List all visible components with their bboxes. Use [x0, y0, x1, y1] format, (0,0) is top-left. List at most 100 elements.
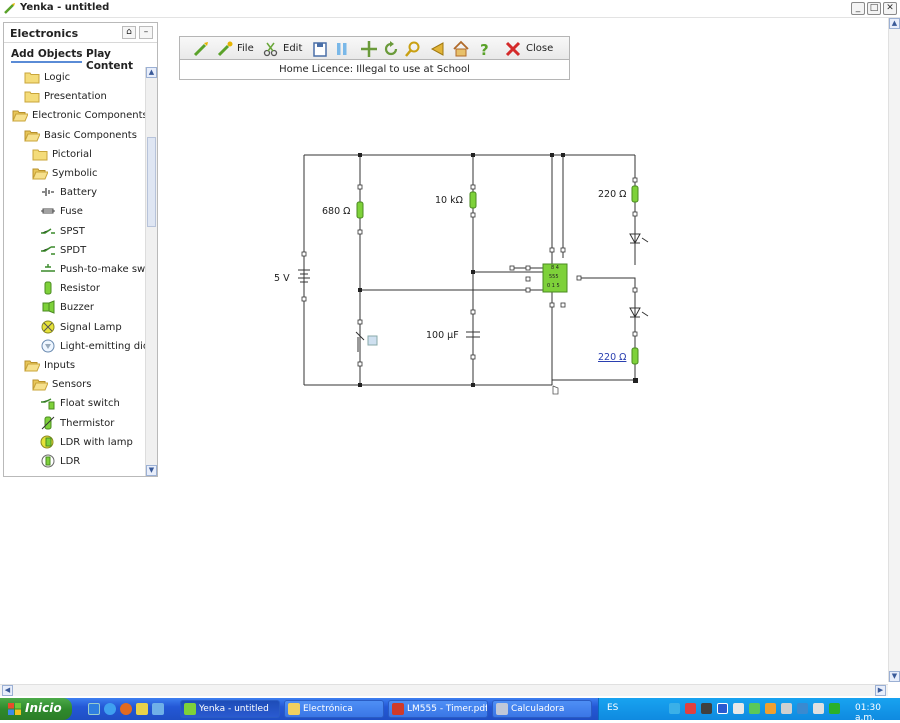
fuse-icon — [40, 204, 56, 218]
tray-monitor-icon[interactable] — [701, 703, 712, 714]
task-calculadora[interactable]: Calculadora — [492, 700, 592, 718]
tray-app-icon[interactable] — [685, 703, 696, 714]
collapse-icon[interactable]: – — [139, 26, 153, 39]
ic-label: 555 — [549, 274, 559, 280]
node — [550, 153, 554, 157]
move-icon[interactable] — [360, 40, 378, 58]
spst-switch-icon — [40, 224, 56, 238]
start-label: Inicio — [25, 701, 62, 715]
component-tree: Logic Presentation Electronic Components Ba… — [4, 69, 145, 475]
task-lm555-pdf[interactable]: LM555 - Timer.pdf ... — [388, 700, 488, 718]
r3-label: 220 Ω — [598, 189, 627, 200]
tray-bluetooth-icon[interactable] — [797, 703, 808, 714]
taskbar: Inicio Yenka - untitled Electrónica LM55… — [0, 698, 900, 723]
file-label: File — [237, 43, 254, 54]
home-icon[interactable]: ⌂ — [122, 26, 136, 39]
folder-icon — [24, 89, 40, 103]
network-icon[interactable] — [669, 703, 680, 714]
yenka-menu-icon[interactable] — [192, 40, 212, 58]
zoom-icon[interactable] — [404, 40, 422, 58]
tree-item-label: LDR — [60, 456, 81, 467]
minimize-button[interactable]: _ — [851, 2, 865, 15]
tray-doc-icon[interactable] — [733, 703, 744, 714]
scroll-thumb[interactable] — [147, 137, 156, 227]
push-switch-symbol — [355, 331, 378, 352]
folder-icon — [32, 147, 48, 161]
r4-label[interactable]: 220 Ω — [598, 352, 626, 363]
pause-icon[interactable] — [334, 40, 352, 58]
title-bar: Yenka - untitled _ □ ✕ — [0, 0, 900, 18]
resistor-220-top — [631, 185, 639, 203]
tree-item-label: LDR with lamp — [60, 436, 133, 448]
resistor-680 — [356, 201, 364, 219]
tray-update-icon[interactable] — [765, 703, 776, 714]
task-yenka[interactable]: Yenka - untitled — [180, 700, 280, 718]
system-tray: ES 01:30 a.m. — [598, 698, 900, 723]
tree-item-label: Inputs — [44, 360, 76, 371]
led2-branch-wire — [580, 277, 636, 380]
main-horizontal-scrollbar[interactable]: ◀ ▶ — [0, 684, 888, 696]
main-scroll-up-icon[interactable]: ▲ — [889, 18, 900, 29]
main-scroll-down-icon[interactable]: ▼ — [889, 671, 900, 682]
svg-text:?: ? — [480, 41, 489, 58]
circuit-canvas[interactable]: 5 V 680 Ω 10 kΩ 220 Ω 220 Ω 100 µF 8 4 5… — [270, 140, 650, 400]
tray-misc-icon[interactable] — [813, 703, 824, 714]
resistor-220-bottom — [631, 347, 639, 365]
node — [358, 288, 362, 292]
tray-media-icon[interactable] — [717, 703, 728, 714]
panel-tabs: Add Objects Play Content — [4, 45, 157, 72]
tree-item-label: Push-to-make sw... — [60, 264, 145, 275]
scroll-down-icon[interactable]: ▼ — [146, 465, 157, 476]
main-scroll-left-icon[interactable]: ◀ — [2, 685, 13, 696]
panel-scrollbar[interactable]: ▲ ▼ — [145, 67, 157, 476]
internet-explorer-icon[interactable] — [104, 703, 116, 715]
task-electronica-label: Electrónica — [303, 704, 353, 714]
maximize-button[interactable]: □ — [867, 2, 881, 15]
main-vertical-scrollbar[interactable]: ▲ ▼ — [888, 18, 900, 682]
language-indicator[interactable]: ES — [607, 703, 618, 713]
file-button[interactable]: File — [216, 40, 258, 58]
licence-notice: Home Licence: Illegal to use at School — [179, 60, 570, 80]
close-label: Close — [526, 43, 554, 54]
close-button[interactable]: Close — [504, 40, 564, 58]
tray-check-icon[interactable] — [829, 703, 840, 714]
save-icon[interactable] — [312, 40, 330, 58]
objects-panel: Electronics ⌂ – Add Objects Play Content… — [3, 22, 158, 477]
task-yenka-label: Yenka - untitled — [199, 704, 269, 714]
media-player-icon[interactable] — [152, 703, 164, 715]
pdf-task-icon — [392, 703, 404, 715]
buzzer-icon — [40, 300, 56, 315]
tree-item-label: Buzzer — [60, 302, 94, 314]
task-lm555-label: LM555 - Timer.pdf ... — [407, 704, 488, 714]
push-switch-icon — [40, 262, 56, 276]
main-scroll-right-icon[interactable]: ▶ — [875, 685, 886, 696]
back-icon[interactable] — [428, 40, 446, 58]
tray-security-icon[interactable] — [749, 703, 760, 714]
start-button[interactable]: Inicio — [0, 698, 72, 720]
rotate-icon[interactable] — [382, 40, 400, 58]
edit-button[interactable]: Edit — [262, 40, 308, 58]
tree-item-label: Thermistor — [60, 417, 115, 429]
open-folder-icon — [24, 128, 41, 142]
task-electronica[interactable]: Electrónica — [284, 700, 384, 718]
thermistor-icon — [40, 416, 56, 430]
open-folder-icon — [32, 166, 49, 180]
help-icon[interactable]: ? — [476, 40, 494, 58]
quick-launch-icon[interactable] — [136, 703, 148, 715]
scroll-up-icon[interactable]: ▲ — [146, 67, 157, 78]
ic-pins-bottom: 0 1 5 — [547, 283, 560, 289]
node — [633, 378, 638, 383]
tab-add-objects[interactable]: Add Objects — [11, 48, 83, 63]
r2-label: 10 kΩ — [435, 195, 463, 206]
tree-item-label: Fuse — [60, 206, 83, 218]
home-view-icon[interactable] — [452, 40, 470, 58]
firefox-icon[interactable] — [120, 703, 132, 715]
panel-title: Electronics — [10, 27, 79, 40]
close-window-button[interactable]: ✕ — [883, 2, 897, 15]
node — [471, 153, 475, 157]
show-desktop-icon[interactable] — [88, 703, 100, 715]
clock: 01:30 a.m. — [855, 703, 881, 723]
tray-volume-icon[interactable] — [781, 703, 792, 714]
tree-item-label: Basic Components — [44, 129, 137, 141]
resistor-icon — [40, 281, 56, 295]
